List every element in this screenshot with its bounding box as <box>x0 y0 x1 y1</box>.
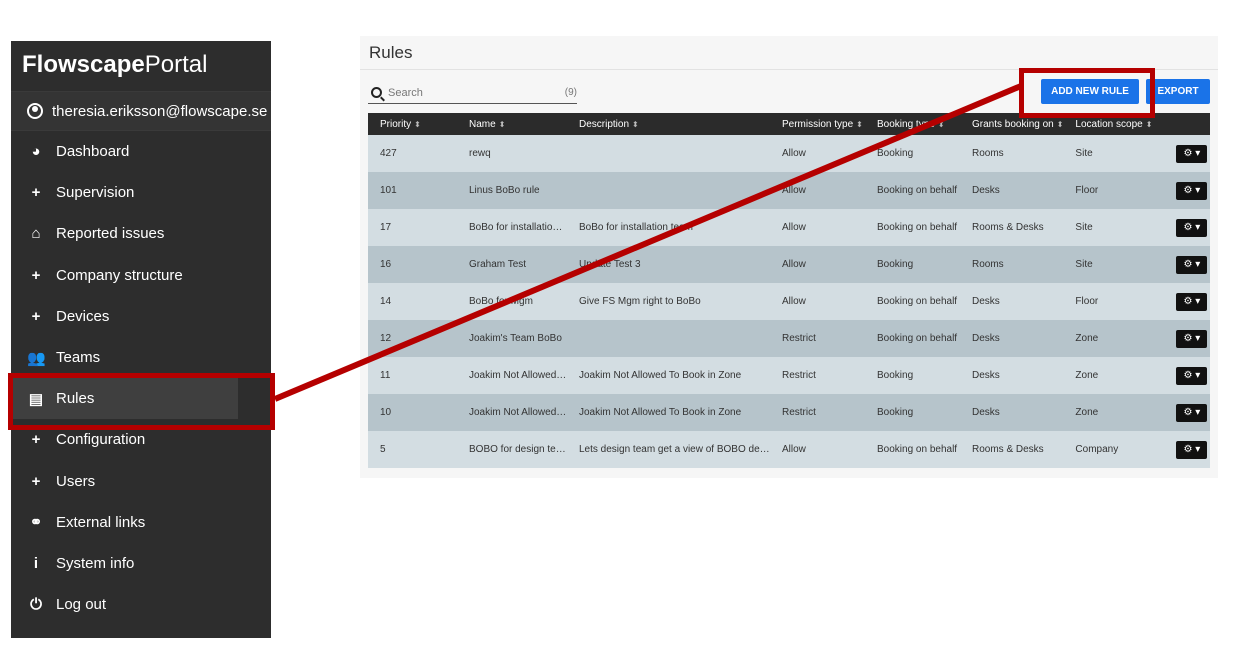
screenshot-stage: FlowscapePortal theresia.eriksson@flowsc… <box>0 0 1251 658</box>
pointer-line <box>273 83 1023 402</box>
annotation-pointer-line <box>273 83 1023 402</box>
